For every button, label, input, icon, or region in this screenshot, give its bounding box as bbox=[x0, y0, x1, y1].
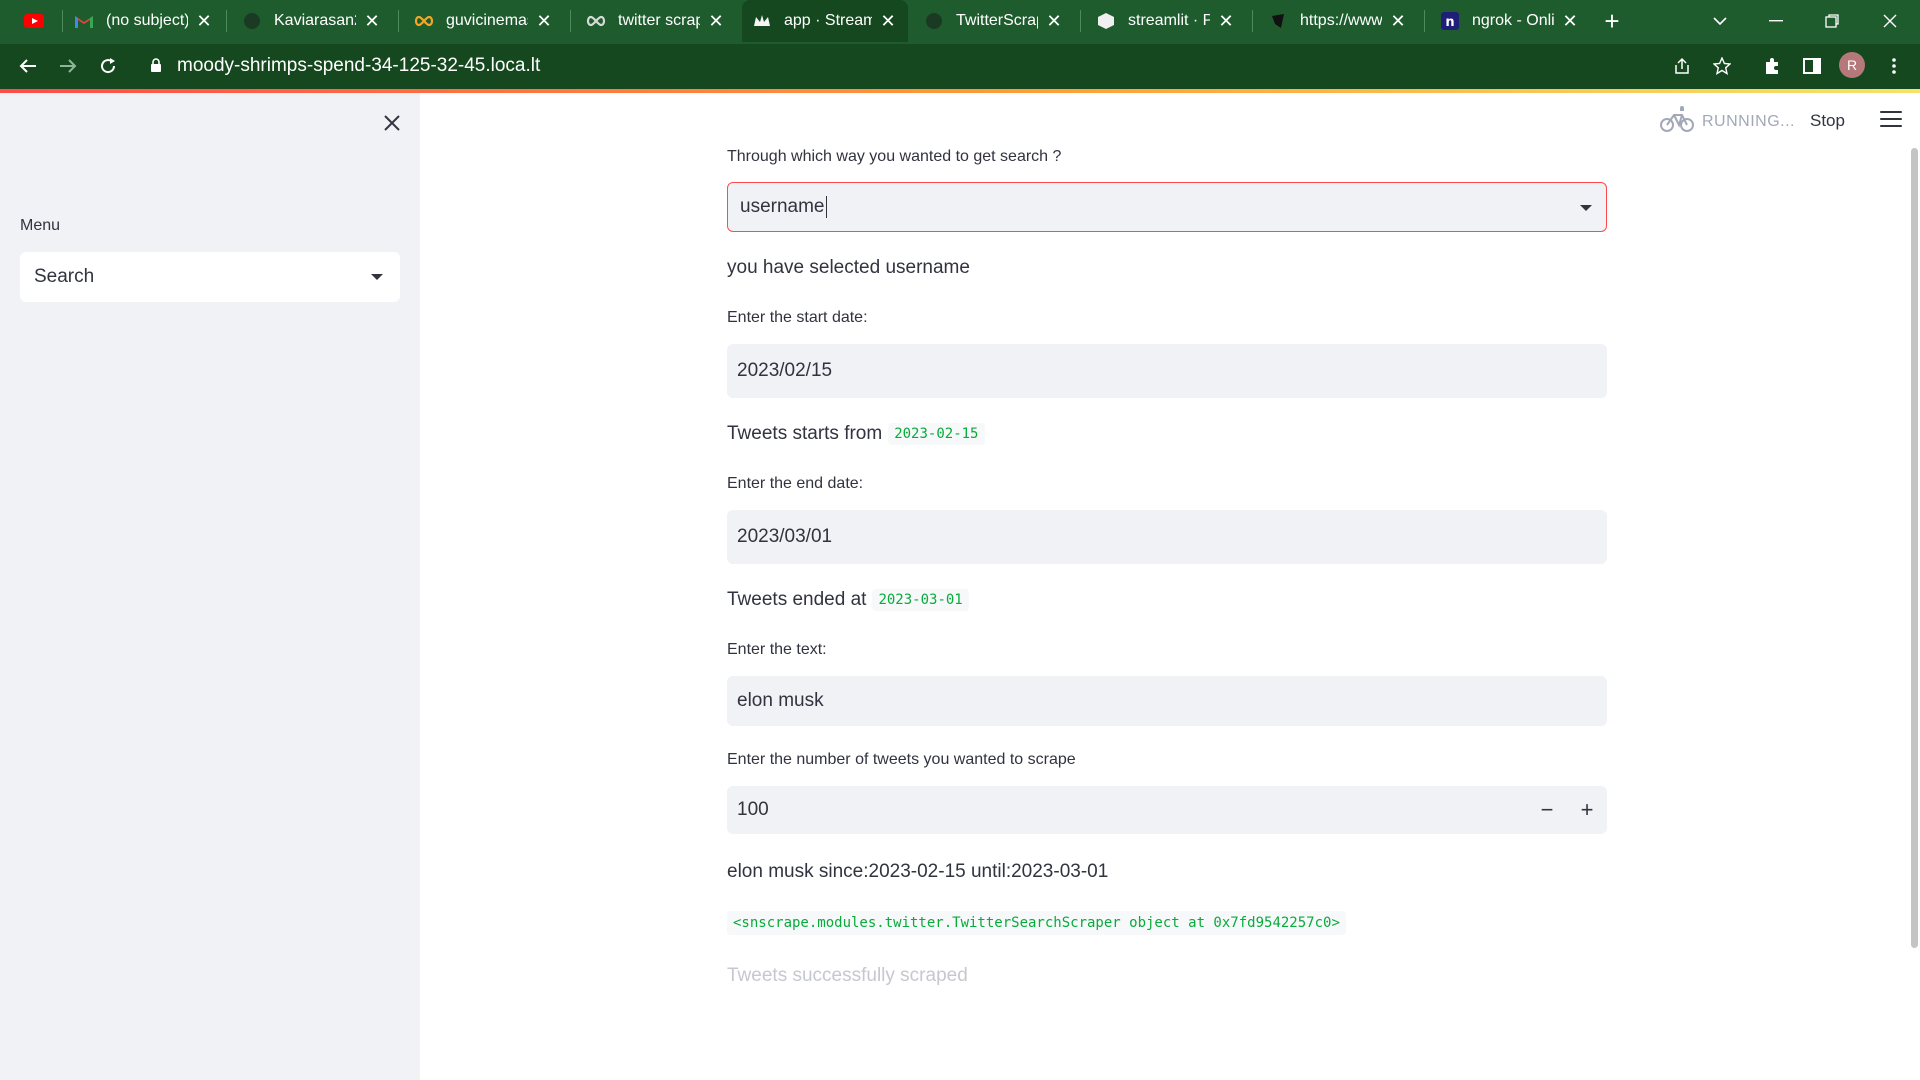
close-tab-icon[interactable]: ✕ bbox=[1216, 11, 1236, 32]
github-icon bbox=[242, 11, 262, 31]
end-date-label: Enter the end date: bbox=[727, 475, 864, 492]
menu-label: Menu bbox=[20, 217, 61, 234]
decrement-button[interactable]: − bbox=[1527, 786, 1567, 834]
side-panel-icon[interactable] bbox=[1798, 52, 1826, 80]
main-content: RUNNING... Stop Through which way you wa… bbox=[420, 93, 1920, 1080]
increment-button[interactable]: + bbox=[1567, 786, 1607, 834]
back-arrow-icon[interactable] bbox=[10, 48, 46, 84]
search-text-input[interactable]: elon musk bbox=[727, 676, 1607, 726]
pypi-cube-icon bbox=[1096, 11, 1116, 31]
tab-pypi-streamlit[interactable]: streamlit · Py ✕ bbox=[1086, 0, 1246, 42]
bookmark-star-icon[interactable] bbox=[1708, 52, 1736, 80]
close-tab-icon[interactable]: ✕ bbox=[1044, 11, 1064, 32]
query-text: elon musk since:2023-02-15 until:2023-03… bbox=[727, 861, 1109, 882]
svg-text:n: n bbox=[1445, 15, 1454, 30]
menu-select-value: Search bbox=[34, 266, 95, 287]
lock-icon[interactable] bbox=[150, 57, 162, 78]
streamlit-crown-icon bbox=[752, 11, 772, 31]
github-icon bbox=[924, 11, 944, 31]
tab-twitterscraping[interactable]: TwitterScrapi ✕ bbox=[914, 0, 1074, 42]
close-window-icon[interactable] bbox=[1862, 0, 1918, 42]
address-bar-url[interactable]: moody-shrimps-spend-34-125-32-45.loca.lt bbox=[177, 55, 540, 77]
tab-title: guvicinemas. bbox=[446, 12, 528, 29]
tab-https-www[interactable]: https://www. ✕ bbox=[1258, 0, 1418, 42]
start-code: 2023-02-15 bbox=[888, 423, 985, 445]
tweet-count-value: 100 bbox=[737, 799, 769, 820]
text-cursor bbox=[825, 196, 827, 218]
end-code: 2023-03-01 bbox=[872, 589, 969, 611]
start-text: Tweets starts from bbox=[727, 423, 883, 444]
search-way-value: username bbox=[740, 196, 825, 217]
scraper-object-code: <snscrape.modules.twitter.TwitterSearchS… bbox=[727, 911, 1346, 935]
tab-title: TwitterScrapi bbox=[956, 12, 1038, 29]
infinity-icon bbox=[414, 11, 434, 31]
start-date-value: 2023/02/15 bbox=[737, 360, 833, 381]
browser-toolbar: moody-shrimps-spend-34-125-32-45.loca.lt bbox=[0, 44, 1920, 89]
tab-kaviarasan[interactable]: Kaviarasan25 ✕ bbox=[232, 0, 392, 42]
start-date-input[interactable]: 2023/02/15 bbox=[727, 344, 1607, 398]
ink-icon bbox=[1268, 11, 1288, 31]
youtube-icon bbox=[24, 11, 44, 31]
tweet-count-input[interactable]: 100 − + bbox=[727, 786, 1607, 834]
tab-title: streamlit · Py bbox=[1128, 12, 1210, 29]
new-tab-button[interactable]: + bbox=[1594, 0, 1630, 42]
tab-title: https://www. bbox=[1300, 12, 1382, 29]
search-way-label: Through which way you wanted to get sear… bbox=[727, 148, 1062, 165]
share-icon[interactable] bbox=[1668, 52, 1696, 80]
end-text: Tweets ended at bbox=[727, 589, 867, 610]
gmail-icon bbox=[74, 11, 94, 31]
menu-select[interactable]: Search bbox=[20, 252, 400, 302]
chevron-down-icon bbox=[371, 274, 383, 280]
end-date-input[interactable]: 2023/03/01 bbox=[727, 510, 1607, 564]
reload-icon[interactable] bbox=[90, 48, 126, 84]
tab-ngrok[interactable]: n ngrok - Onlin ✕ bbox=[1430, 0, 1590, 42]
sidebar: Menu Search bbox=[0, 93, 420, 1080]
tab-twitter-scrape[interactable]: twitter scrape ✕ bbox=[576, 0, 736, 42]
tab-title: Kaviarasan25 bbox=[274, 12, 356, 29]
search-text-value: elon musk bbox=[737, 690, 824, 711]
close-tab-icon[interactable]: ✕ bbox=[706, 11, 726, 32]
tab-title: app · Streaml bbox=[784, 12, 872, 29]
count-label: Enter the number of tweets you wanted to… bbox=[727, 751, 1076, 768]
close-tab-icon[interactable]: ✕ bbox=[194, 11, 214, 32]
ngrok-icon: n bbox=[1440, 11, 1460, 31]
forward-arrow-icon[interactable] bbox=[50, 48, 86, 84]
scrollbar[interactable] bbox=[1911, 148, 1918, 948]
result-text: Tweets successfully scraped bbox=[727, 965, 968, 986]
extensions-puzzle-icon[interactable] bbox=[1758, 52, 1786, 80]
main-menu-icon[interactable] bbox=[1880, 111, 1902, 129]
close-tab-icon[interactable]: ✕ bbox=[1388, 11, 1408, 32]
restore-window-icon[interactable] bbox=[1804, 0, 1860, 42]
tab-gmail[interactable]: (no subject) - ✕ bbox=[64, 0, 224, 42]
close-tab-icon[interactable]: ✕ bbox=[362, 11, 382, 32]
infinity-icon bbox=[586, 11, 606, 31]
running-text: RUNNING... bbox=[1702, 112, 1795, 130]
running-status: RUNNING... bbox=[1660, 105, 1795, 138]
close-sidebar-icon[interactable] bbox=[380, 111, 404, 135]
start-info: Tweets starts from 2023-02-15 bbox=[727, 423, 985, 445]
end-date-value: 2023/03/01 bbox=[737, 526, 833, 547]
stop-button[interactable]: Stop bbox=[1810, 111, 1845, 131]
tab-streamlit-app[interactable]: app · Streaml ✕ bbox=[742, 0, 908, 42]
text-label: Enter the text: bbox=[727, 641, 827, 658]
bicycle-icon bbox=[1660, 105, 1694, 138]
chevron-down-icon bbox=[1580, 205, 1592, 211]
minimize-window-icon[interactable] bbox=[1748, 0, 1804, 42]
profile-avatar[interactable]: R bbox=[1839, 52, 1865, 78]
selected-text: you have selected username bbox=[727, 257, 970, 278]
tab-title: ngrok - Onlin bbox=[1472, 12, 1554, 29]
tab-title: (no subject) - bbox=[106, 12, 188, 29]
close-tab-icon[interactable]: ✕ bbox=[1560, 11, 1580, 32]
tab-youtube[interactable] bbox=[14, 0, 62, 42]
browser-tab-bar: (no subject) - ✕ Kaviarasan25 ✕ guvicine… bbox=[0, 0, 1920, 44]
more-vertical-icon[interactable] bbox=[1880, 52, 1908, 80]
tab-guvicinemas[interactable]: guvicinemas. ✕ bbox=[404, 0, 564, 42]
tab-search-chevron-icon[interactable] bbox=[1692, 0, 1748, 42]
search-way-select[interactable]: username bbox=[727, 182, 1607, 232]
end-info: Tweets ended at 2023-03-01 bbox=[727, 589, 969, 611]
tab-title: twitter scrape bbox=[618, 12, 700, 29]
close-tab-icon[interactable]: ✕ bbox=[878, 11, 898, 32]
close-tab-icon[interactable]: ✕ bbox=[534, 11, 554, 32]
start-date-label: Enter the start date: bbox=[727, 309, 868, 326]
